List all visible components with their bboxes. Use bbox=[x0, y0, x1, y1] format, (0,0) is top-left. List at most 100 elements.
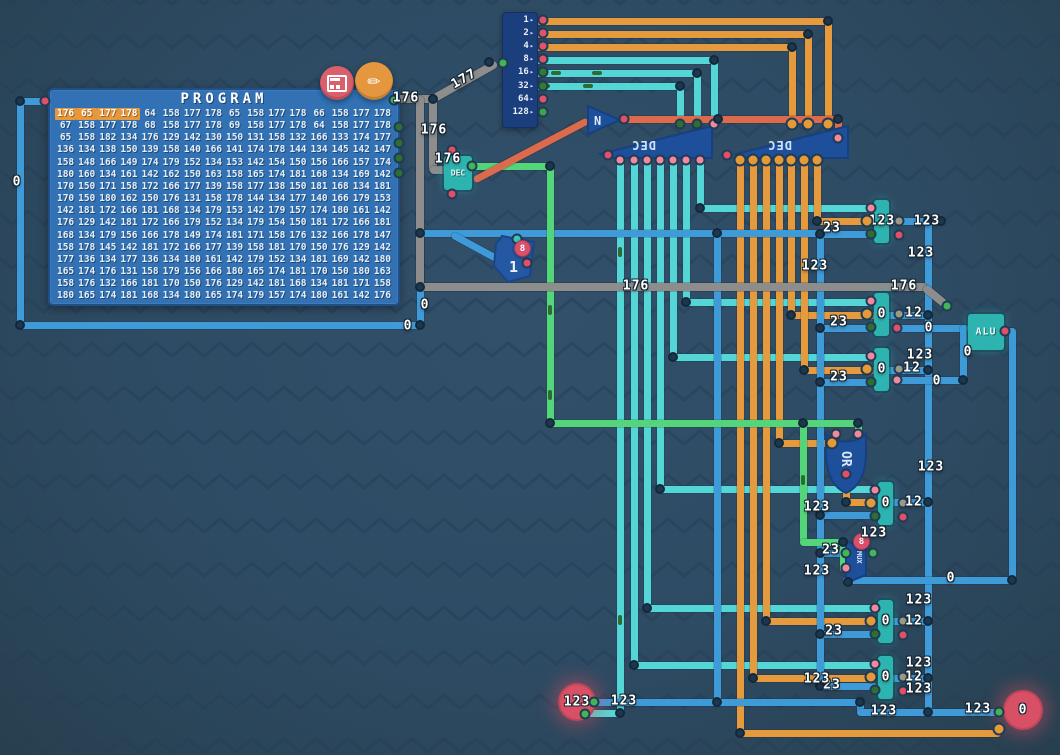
program-cell[interactable]: 181 bbox=[330, 278, 351, 290]
program-cell[interactable]: 142 bbox=[351, 254, 372, 266]
program-cell[interactable]: 132 bbox=[97, 278, 118, 290]
program-cell[interactable]: 68 bbox=[140, 120, 161, 132]
program-cell[interactable]: 168 bbox=[55, 230, 76, 242]
program-cell[interactable]: 158 bbox=[161, 144, 182, 156]
program-cell[interactable]: 177 bbox=[203, 242, 224, 254]
program-cell[interactable]: 181 bbox=[372, 217, 393, 229]
program-cell[interactable]: 158 bbox=[245, 120, 266, 132]
program-cell[interactable]: 165 bbox=[245, 169, 266, 181]
program-cell[interactable]: 144 bbox=[245, 193, 266, 205]
wire-segment[interactable] bbox=[547, 420, 861, 427]
program-cell[interactable]: 148 bbox=[76, 157, 97, 169]
program-cell[interactable]: 174 bbox=[351, 132, 372, 144]
program-cell[interactable]: 139 bbox=[203, 181, 224, 193]
program-memory-panel[interactable]: PROGRAM 17665177178641581771786515817717… bbox=[48, 88, 400, 306]
program-cell[interactable]: 176 bbox=[203, 278, 224, 290]
program-cell[interactable]: 166 bbox=[330, 193, 351, 205]
program-cell[interactable]: 65 bbox=[224, 108, 245, 120]
wire-segment[interactable] bbox=[763, 157, 770, 624]
program-cell[interactable]: 134 bbox=[330, 169, 351, 181]
program-cell[interactable]: 178 bbox=[118, 108, 139, 120]
input-pin-16[interactable]: 16▸ bbox=[503, 66, 537, 79]
wire-segment[interactable] bbox=[737, 157, 744, 736]
program-cell[interactable]: 180 bbox=[55, 169, 76, 181]
program-cell[interactable]: 163 bbox=[203, 169, 224, 181]
program-cell[interactable]: 179 bbox=[203, 205, 224, 217]
input-pin-4[interactable]: 4▸ bbox=[503, 39, 537, 52]
program-cell[interactable]: 181 bbox=[140, 278, 161, 290]
program-cell[interactable]: 139 bbox=[140, 144, 161, 156]
program-cell[interactable]: 168 bbox=[330, 181, 351, 193]
program-cell[interactable]: 142 bbox=[224, 254, 245, 266]
program-cell[interactable]: 176 bbox=[161, 193, 182, 205]
program-cell[interactable]: 134 bbox=[76, 144, 97, 156]
program-cell[interactable]: 177 bbox=[372, 132, 393, 144]
program-cell[interactable]: 154 bbox=[266, 217, 287, 229]
program-cell[interactable]: 142 bbox=[351, 290, 372, 302]
program-cell[interactable]: 182 bbox=[97, 132, 118, 144]
program-cell[interactable]: 129 bbox=[161, 132, 182, 144]
program-cell[interactable]: 179 bbox=[161, 266, 182, 278]
program-cell[interactable]: 174 bbox=[287, 290, 308, 302]
program-cell[interactable]: 158 bbox=[161, 120, 182, 132]
circuit-canvas[interactable]: PROGRAM 17665177178641581771786515817717… bbox=[0, 0, 1060, 755]
program-cell[interactable]: 178 bbox=[203, 108, 224, 120]
program-cell[interactable]: 65 bbox=[76, 108, 97, 120]
program-cell[interactable]: 150 bbox=[118, 144, 139, 156]
program-cell[interactable]: 150 bbox=[76, 193, 97, 205]
program-cell[interactable]: 171 bbox=[245, 230, 266, 242]
wire-segment[interactable] bbox=[714, 230, 721, 705]
program-cell[interactable]: 174 bbox=[372, 157, 393, 169]
program-cell[interactable]: 181 bbox=[118, 290, 139, 302]
program-cell[interactable]: 150 bbox=[224, 132, 245, 144]
program-cell[interactable]: 179 bbox=[97, 230, 118, 242]
program-cell[interactable]: 178 bbox=[203, 120, 224, 132]
wire-segment[interactable] bbox=[529, 31, 811, 38]
program-cell[interactable]: 181 bbox=[76, 205, 97, 217]
program-cell[interactable]: 65 bbox=[55, 132, 76, 144]
program-cell[interactable]: 172 bbox=[161, 242, 182, 254]
program-cell[interactable]: 177 bbox=[266, 120, 287, 132]
program-cell[interactable]: 169 bbox=[351, 169, 372, 181]
program-cell[interactable]: 179 bbox=[245, 254, 266, 266]
program-cell[interactable]: 178 bbox=[287, 120, 308, 132]
wire-segment[interactable] bbox=[843, 577, 1015, 584]
program-cell[interactable]: 147 bbox=[372, 144, 393, 156]
program-cell[interactable]: 145 bbox=[330, 144, 351, 156]
program-cell[interactable]: 174 bbox=[309, 205, 330, 217]
program-cell[interactable]: 177 bbox=[97, 108, 118, 120]
program-cell[interactable]: 177 bbox=[182, 108, 203, 120]
wire-segment[interactable] bbox=[17, 322, 423, 329]
program-cell[interactable]: 134 bbox=[161, 290, 182, 302]
program-cell[interactable]: 166 bbox=[330, 157, 351, 169]
program-cell[interactable]: 181 bbox=[372, 181, 393, 193]
program-cell[interactable]: 177 bbox=[182, 120, 203, 132]
program-cell[interactable]: 170 bbox=[55, 181, 76, 193]
program-cell[interactable]: 166 bbox=[140, 230, 161, 242]
program-cell[interactable]: 136 bbox=[140, 254, 161, 266]
program-cell[interactable]: 179 bbox=[182, 217, 203, 229]
wire-segment[interactable] bbox=[776, 157, 783, 446]
program-cell[interactable]: 166 bbox=[161, 181, 182, 193]
program-cell[interactable]: 165 bbox=[245, 266, 266, 278]
wire-segment[interactable] bbox=[529, 44, 795, 51]
program-cell[interactable]: 181 bbox=[266, 242, 287, 254]
program-cell[interactable]: 168 bbox=[161, 205, 182, 217]
program-cell[interactable]: 172 bbox=[140, 217, 161, 229]
input-pin-32[interactable]: 32▸ bbox=[503, 79, 537, 92]
wire-segment[interactable] bbox=[417, 283, 927, 291]
program-cell[interactable]: 134 bbox=[224, 217, 245, 229]
program-cell[interactable]: 158 bbox=[224, 169, 245, 181]
wire-segment[interactable] bbox=[529, 18, 831, 25]
program-cell[interactable]: 174 bbox=[245, 144, 266, 156]
program-cell[interactable]: 142 bbox=[372, 169, 393, 181]
program-cell[interactable]: 165 bbox=[55, 266, 76, 278]
program-cell[interactable]: 165 bbox=[203, 290, 224, 302]
program-cell[interactable]: 134 bbox=[97, 169, 118, 181]
program-cell[interactable]: 171 bbox=[351, 278, 372, 290]
program-cell[interactable]: 157 bbox=[266, 290, 287, 302]
program-cell[interactable]: 172 bbox=[97, 205, 118, 217]
program-cell[interactable]: 161 bbox=[351, 205, 372, 217]
program-cell[interactable]: 166 bbox=[203, 144, 224, 156]
program-cell[interactable]: 158 bbox=[118, 181, 139, 193]
